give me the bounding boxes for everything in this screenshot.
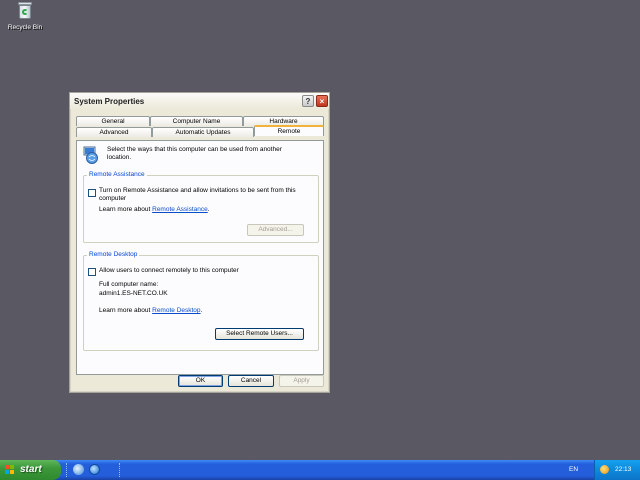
- select-remote-users-button[interactable]: Select Remote Users...: [215, 328, 304, 340]
- remote-assistance-learn-more: Learn more about Remote Assistance.: [99, 206, 210, 214]
- show-desktop-icon[interactable]: [73, 464, 84, 475]
- remote-assistance-checkbox[interactable]: [88, 189, 96, 197]
- learn-more-suffix: .: [207, 206, 210, 213]
- help-button[interactable]: ?: [302, 95, 314, 107]
- remote-desktop-link[interactable]: Remote Desktop: [152, 307, 200, 314]
- tab-remote[interactable]: Remote: [254, 125, 324, 136]
- close-button[interactable]: ×: [316, 95, 328, 107]
- remote-computers-icon: [83, 146, 98, 164]
- remote-assistance-checkbox-label-line1[interactable]: Turn on Remote Assistance and allow invi…: [99, 187, 296, 195]
- remote-desktop-title: Remote Desktop: [87, 251, 140, 258]
- windows-flag-icon: [5, 465, 15, 475]
- quick-launch-separator: [66, 463, 67, 477]
- remote-assistance-title: Remote Assistance: [87, 171, 147, 178]
- advanced-button[interactable]: Advanced...: [247, 224, 304, 236]
- learn-more-prefix: Learn more about: [99, 307, 151, 314]
- intro-text-line2: location.: [107, 154, 132, 161]
- quick-launch-separator: [119, 463, 120, 477]
- remote-desktop-checkbox-label[interactable]: Allow users to connect remotely to this …: [99, 267, 239, 275]
- remote-assistance-link[interactable]: Remote Assistance: [152, 206, 208, 213]
- remote-desktop-checkbox[interactable]: [88, 268, 96, 276]
- cancel-button[interactable]: Cancel: [228, 375, 274, 387]
- tab-advanced[interactable]: Advanced: [76, 127, 152, 137]
- clock[interactable]: 22:13: [615, 466, 631, 474]
- language-indicator[interactable]: EN: [569, 466, 578, 474]
- full-computer-name-label: Full computer name:: [99, 281, 159, 288]
- title-bar[interactable]: System Properties ? ×: [70, 93, 329, 109]
- ok-button[interactable]: OK: [178, 375, 223, 387]
- system-properties-window: System Properties ? × General Computer N…: [69, 92, 330, 393]
- system-tray: 22:13: [594, 460, 640, 480]
- start-button[interactable]: start: [0, 460, 61, 480]
- learn-more-prefix: Learn more about: [99, 206, 151, 213]
- tray-network-icon[interactable]: [600, 465, 609, 474]
- taskbar: start EN 22:13: [0, 460, 640, 480]
- recycle-bin-desktop-icon[interactable]: Recycle Bin: [4, 2, 46, 36]
- full-computer-name-value: admin1.ES-NET.CO.UK: [99, 290, 168, 297]
- tab-general[interactable]: General: [76, 116, 150, 126]
- learn-more-suffix: .: [200, 307, 203, 314]
- intro-text-line1: Select the ways that this computer can b…: [107, 146, 282, 153]
- recycle-bin-icon: [17, 2, 33, 20]
- remote-assistance-checkbox-label-line2[interactable]: computer: [99, 195, 126, 203]
- tab-computer-name[interactable]: Computer Name: [150, 116, 243, 126]
- internet-explorer-icon[interactable]: [89, 464, 100, 475]
- recycle-bin-label: Recycle Bin: [7, 24, 43, 31]
- remote-tab-panel: Select the ways that this computer can b…: [76, 140, 324, 375]
- start-label: start: [20, 464, 42, 475]
- window-title: System Properties: [74, 97, 145, 106]
- tab-automatic-updates[interactable]: Automatic Updates: [152, 127, 254, 137]
- apply-button[interactable]: Apply: [279, 375, 324, 387]
- remote-desktop-learn-more: Learn more about Remote Desktop.: [99, 307, 202, 315]
